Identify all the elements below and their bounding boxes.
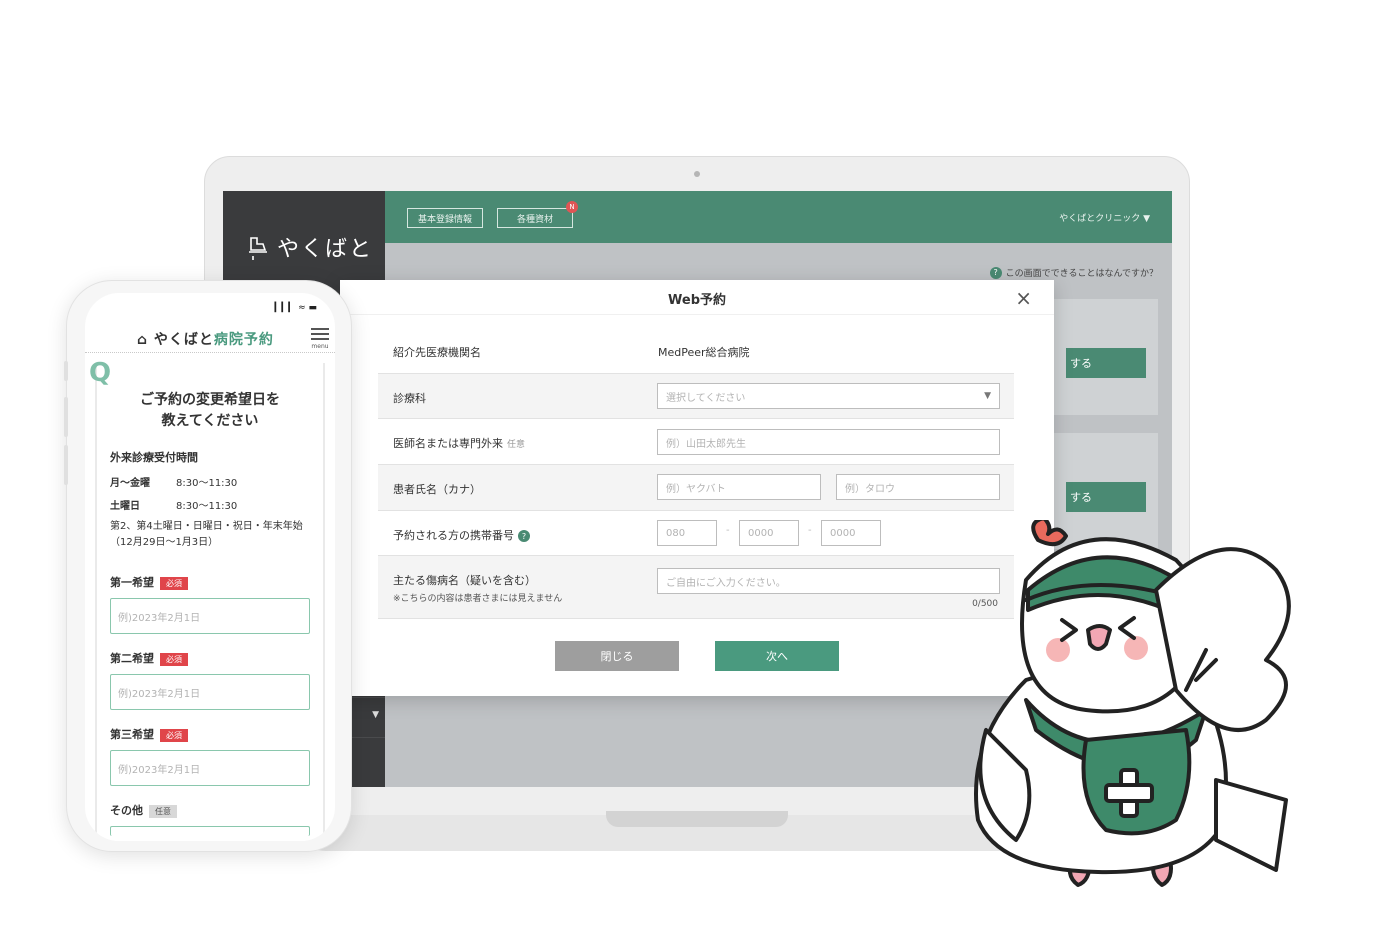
- disease-note: ※こちらの内容は患者さまには見えません: [393, 594, 563, 604]
- question-mark-label: Q: [89, 358, 112, 388]
- first-choice-input[interactable]: 例)2023年2月1日: [110, 598, 310, 634]
- pigeon-logo-icon: [249, 237, 267, 260]
- hamburger-menu-icon[interactable]: menu: [311, 325, 329, 350]
- tab-materials-label: 各種資材: [516, 214, 553, 225]
- logo-text: やくばと: [277, 237, 374, 262]
- department-select[interactable]: 選択してください ▼: [657, 383, 1000, 409]
- department-label: 診療科: [393, 392, 426, 405]
- other-label: その他 任意: [110, 802, 177, 818]
- modal-title: Web予約: [668, 293, 726, 308]
- closed-days-note: 第2、第4土曜日・日曜日・祝日・年末年始（12月29日〜1月3日）: [110, 521, 303, 548]
- patient-last-name-input[interactable]: 例）ヤクバト: [657, 474, 821, 500]
- phone-side-button: [64, 445, 68, 485]
- phone-dash: -: [808, 525, 812, 536]
- help-text: この画面でできることはなんですか？: [1005, 269, 1158, 279]
- background-button[interactable]: する: [1066, 348, 1146, 378]
- phone-label: 予約される方の携帯番号?: [393, 527, 530, 543]
- web-reservation-modal: Web予約 × 紹介先医療機関名 MedPeer総合病院 診療科 選択してくださ…: [340, 280, 1054, 696]
- phone-input-2[interactable]: 0000: [739, 520, 799, 546]
- patient-name-label: 患者氏名（カナ）: [393, 483, 481, 496]
- close-icon[interactable]: ×: [1015, 286, 1032, 310]
- row-department: 診療科 選択してください ▼: [378, 374, 1014, 419]
- phone-logo[interactable]: ⌂ やくばと病院予約: [137, 329, 274, 349]
- phone-side-button: [64, 397, 68, 437]
- clinic-menu[interactable]: やくばとクリニック ▼: [1059, 211, 1150, 224]
- department-placeholder: 選択してください: [666, 392, 746, 404]
- status-bar: ▎▎▎ ≈ ▬: [274, 303, 317, 313]
- camera-dot: [694, 171, 700, 177]
- phone-side-button: [64, 361, 68, 381]
- row-patient-name: 患者氏名（カナ） 例）ヤクバト 例）タロウ: [378, 465, 1014, 511]
- pigeon-logo-icon: ⌂: [137, 332, 154, 348]
- menu-label: menu: [311, 343, 329, 350]
- help-link[interactable]: ? この画面でできることはなんですか？: [989, 266, 1158, 279]
- tab-basic-info[interactable]: 基本登録情報: [407, 208, 483, 228]
- hours-heading: 外来診療受付時間: [110, 451, 198, 464]
- doctor-input[interactable]: 例）山田太郎先生: [657, 429, 1000, 455]
- phone-header: ⌂ やくばと病院予約 menu: [85, 323, 335, 353]
- row-phone: 予約される方の携帯番号? 080 - 0000 - 0000: [378, 511, 1014, 556]
- row-doctor: 医師名または専門外来 任意 例）山田太郎先生: [378, 419, 1014, 465]
- second-choice-label: 第二希望 必須: [110, 650, 188, 666]
- sidebar-logo[interactable]: やくばと: [245, 231, 373, 263]
- help-icon[interactable]: ?: [518, 530, 530, 542]
- third-choice-input[interactable]: 例)2023年2月1日: [110, 750, 310, 786]
- first-choice-label: 第一希望 必須: [110, 574, 188, 590]
- chevron-down-icon: ▼: [372, 710, 379, 720]
- disease-label: 主たる傷病名（疑いを含む）: [393, 574, 536, 587]
- second-choice-input[interactable]: 例)2023年2月1日: [110, 674, 310, 710]
- optional-badge: 任意: [149, 804, 177, 818]
- pigeon-nurse-mascot: [974, 520, 1291, 887]
- row-disease: 主たる傷病名（疑いを含む） ※こちらの内容は患者さまには見えません ご自由にご入…: [378, 556, 1014, 619]
- other-input[interactable]: [110, 826, 310, 836]
- saturday-hours: 土曜日 8:30〜11:30: [110, 501, 238, 512]
- next-button[interactable]: 次へ: [715, 641, 839, 671]
- referral-label: 紹介先医療機関名: [393, 346, 481, 359]
- background-button[interactable]: する: [1066, 482, 1146, 512]
- question-icon: ?: [989, 266, 1002, 279]
- optional-tag: 任意: [507, 440, 526, 450]
- phone-input-1[interactable]: 080: [657, 520, 717, 546]
- tab-materials[interactable]: 各種資材 N: [497, 201, 578, 228]
- laptop-notch: [606, 811, 788, 827]
- new-badge: N: [566, 201, 578, 213]
- divider: [340, 314, 1054, 315]
- doctor-label: 医師名または専門外来 任意: [393, 437, 526, 450]
- disease-input[interactable]: ご自由にご入力ください。: [657, 568, 1000, 594]
- weekday-hours: 月〜金曜 8:30〜11:30: [110, 478, 238, 489]
- referral-value: MedPeer総合病院: [658, 346, 750, 359]
- question-title: ご予約の変更希望日を 教えてください: [140, 392, 280, 429]
- phone-input-3[interactable]: 0000: [821, 520, 881, 546]
- topbar: 基本登録情報 各種資材 N やくばとクリニック ▼: [385, 191, 1172, 243]
- required-badge: 必須: [160, 576, 188, 590]
- third-choice-label: 第三希望 必須: [110, 726, 188, 742]
- close-button[interactable]: 閉じる: [555, 641, 679, 671]
- row-referral: 紹介先医療機関名 MedPeer総合病院: [378, 328, 1014, 374]
- required-badge: 必須: [160, 728, 188, 742]
- chevron-down-icon: ▼: [984, 391, 991, 401]
- patient-first-name-input[interactable]: 例）タロウ: [836, 474, 1000, 500]
- required-badge: 必須: [160, 652, 188, 666]
- phone-dash: -: [726, 525, 730, 536]
